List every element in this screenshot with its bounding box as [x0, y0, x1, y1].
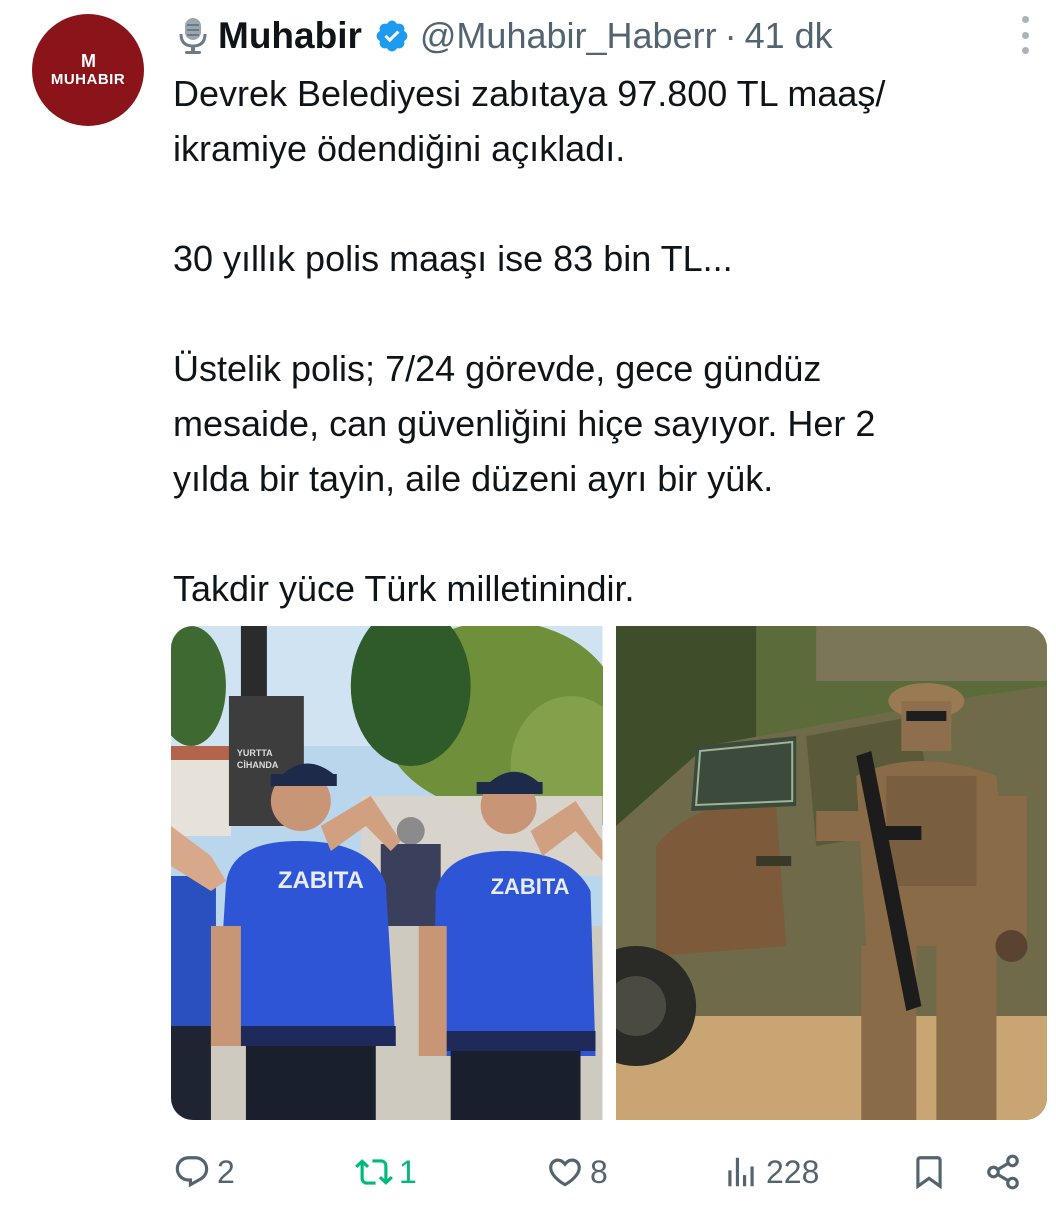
avatar-logo-mark: M — [81, 50, 96, 71]
tweet-line: mesaide, can güvenliğini hiçe sayıyor. H… — [173, 403, 876, 444]
microphone-emoji-icon — [179, 18, 207, 54]
photo-police-officer-armored-vehicle[interactable] — [615, 626, 1047, 1120]
share-icon — [987, 1154, 1019, 1190]
like-count: 8 — [590, 1153, 608, 1190]
tweet-actions: 2 1 8 228 — [0, 1142, 1056, 1202]
verified-badge-icon — [376, 20, 408, 52]
views-count: 228 — [766, 1153, 820, 1190]
like-button[interactable]: 8 — [546, 1142, 608, 1202]
reply-count: 2 — [217, 1153, 235, 1190]
vest-text-1: ZABITA — [278, 867, 364, 894]
retweet-button[interactable]: 1 — [355, 1142, 417, 1202]
views-chart-icon — [728, 1157, 754, 1187]
tweet-timestamp[interactable]: 41 dk — [745, 15, 833, 57]
reply-button[interactable]: 2 — [173, 1142, 235, 1202]
heart-icon — [549, 1158, 581, 1187]
tweet-line: Takdir yüce Türk milletinindir. — [173, 568, 635, 609]
monument-inscription-2: CİHANDA — [237, 760, 279, 770]
monument-inscription-1: YURTTA — [237, 748, 273, 758]
tweet-header: Muhabir @Muhabir_Haberr · 41 dk — [176, 14, 833, 58]
tweet-line: 30 yıllık polis maaşı ise 83 bin TL... — [173, 238, 733, 279]
bookmark-button[interactable] — [910, 1142, 954, 1202]
photo-municipal-officers[interactable]: YURTTA CİHANDA ZABITA ZABITA — [171, 626, 603, 1120]
tweet-line: yılda bir tayin, aile düzeni ayrı bir yü… — [173, 458, 774, 499]
retweet-icon — [355, 1159, 393, 1185]
share-button[interactable] — [984, 1142, 1028, 1202]
retweet-count: 1 — [399, 1153, 417, 1190]
tweet-media: YURTTA CİHANDA ZABITA ZABITA — [171, 626, 1047, 1120]
tweet-line: Üstelik polis; 7/24 görevde, gece gündüz — [173, 348, 822, 389]
author-handle[interactable]: @Muhabir_Haberr — [420, 15, 717, 57]
views-button[interactable]: 228 — [722, 1142, 819, 1202]
vest-text-2: ZABITA — [491, 874, 570, 899]
tweet-line: Devrek Belediyesi zabıtaya 97.800 TL maa… — [173, 73, 886, 114]
tweet-text: Devrek Belediyesi zabıtaya 97.800 TL maa… — [173, 66, 1023, 616]
bookmark-icon — [916, 1156, 942, 1190]
avatar-wordmark: MUHABIR — [50, 70, 126, 88]
reply-icon — [175, 1156, 209, 1188]
more-options-icon[interactable] — [1014, 16, 1036, 54]
tweet-line: ikramiye ödendiğini açıkladı. — [173, 128, 626, 169]
author-name[interactable]: Muhabir — [218, 15, 362, 57]
separator-dot: · — [724, 15, 737, 56]
avatar[interactable]: M MUHABIR — [32, 14, 144, 126]
